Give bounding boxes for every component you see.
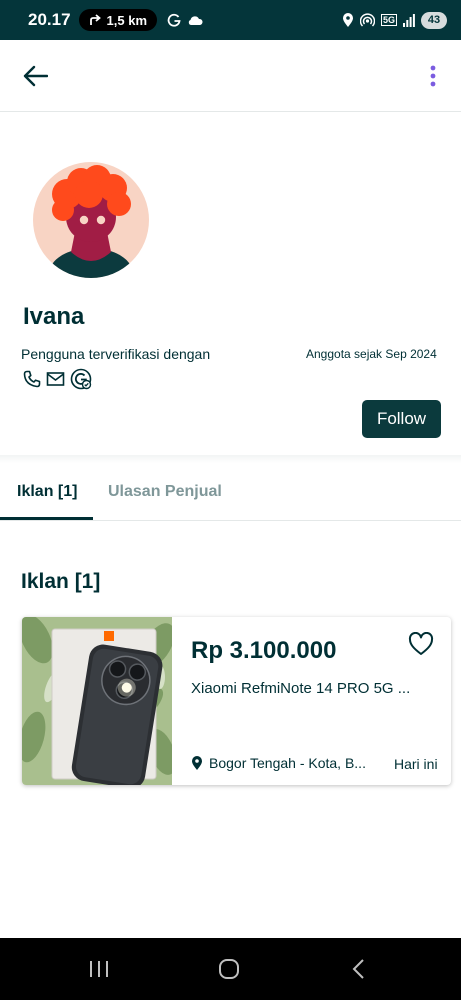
navigation-pill: 1,5 km — [78, 9, 158, 31]
listing-location-text: Bogor Tengah - Kota, B... — [209, 755, 366, 771]
section-divider — [0, 455, 461, 463]
battery-level: 43 — [427, 14, 441, 26]
battery-icon: 43 — [421, 11, 447, 29]
listing-price: Rp 3.100.000 — [191, 637, 337, 664]
location-pin-icon — [192, 755, 202, 770]
avatar-illustration — [33, 162, 149, 278]
g-icon — [167, 13, 181, 27]
home-icon — [219, 959, 239, 979]
navigation-arrow-icon — [89, 14, 101, 25]
back-button[interactable] — [18, 60, 52, 92]
cloud-icon — [188, 16, 203, 25]
heart-icon — [408, 632, 434, 655]
profile-tabs: Iklan [1] Ulasan Penjual — [0, 465, 461, 521]
location-pin-icon — [342, 12, 353, 27]
recent-apps-button[interactable] — [83, 954, 115, 984]
status-bar: 20.17 1,5 km 5G 43 — [0, 0, 461, 40]
kebab-menu-icon — [430, 65, 436, 87]
recents-icon — [90, 961, 108, 977]
follow-button[interactable]: Follow — [362, 400, 441, 438]
network-badge: 5G — [380, 14, 397, 26]
section-title: Iklan [1] — [21, 570, 101, 593]
verified-label: Pengguna terverifikasi dengan — [21, 346, 211, 362]
listing-image — [22, 617, 172, 785]
navigation-distance: 1,5 km — [106, 12, 148, 28]
status-time: 20.17 — [28, 10, 71, 29]
hotspot-icon — [359, 12, 375, 27]
verification-icons — [23, 368, 92, 390]
avatar — [33, 162, 149, 278]
home-button[interactable] — [213, 954, 245, 984]
back-chevron-icon — [352, 959, 364, 979]
active-tab-indicator — [0, 517, 93, 520]
google-icon — [70, 368, 92, 390]
product-photo — [22, 617, 172, 785]
system-nav-bar — [0, 938, 461, 1000]
mail-icon — [46, 372, 65, 386]
member-since: Anggota sejak Sep 2024 — [306, 347, 437, 361]
app-header — [0, 40, 461, 112]
listing-title: Xiaomi RefmiNote 14 PRO 5G ... — [191, 680, 411, 697]
more-options-button[interactable] — [418, 60, 448, 92]
profile-name: Ivana — [23, 303, 85, 330]
listing-date: Hari ini — [394, 756, 438, 772]
listing-card[interactable]: Rp 3.100.000 Xiaomi RefmiNote 14 PRO 5G … — [22, 617, 451, 785]
phone-icon — [23, 370, 41, 388]
back-nav-button[interactable] — [343, 954, 375, 984]
tab-iklan[interactable]: Iklan [1] — [17, 483, 77, 501]
listing-location: Bogor Tengah - Kota, B... — [191, 755, 366, 771]
arrow-left-icon — [23, 65, 48, 87]
favorite-button[interactable] — [406, 629, 436, 659]
tab-ulasan-penjual[interactable]: Ulasan Penjual — [108, 483, 222, 501]
signal-icon — [403, 13, 415, 27]
